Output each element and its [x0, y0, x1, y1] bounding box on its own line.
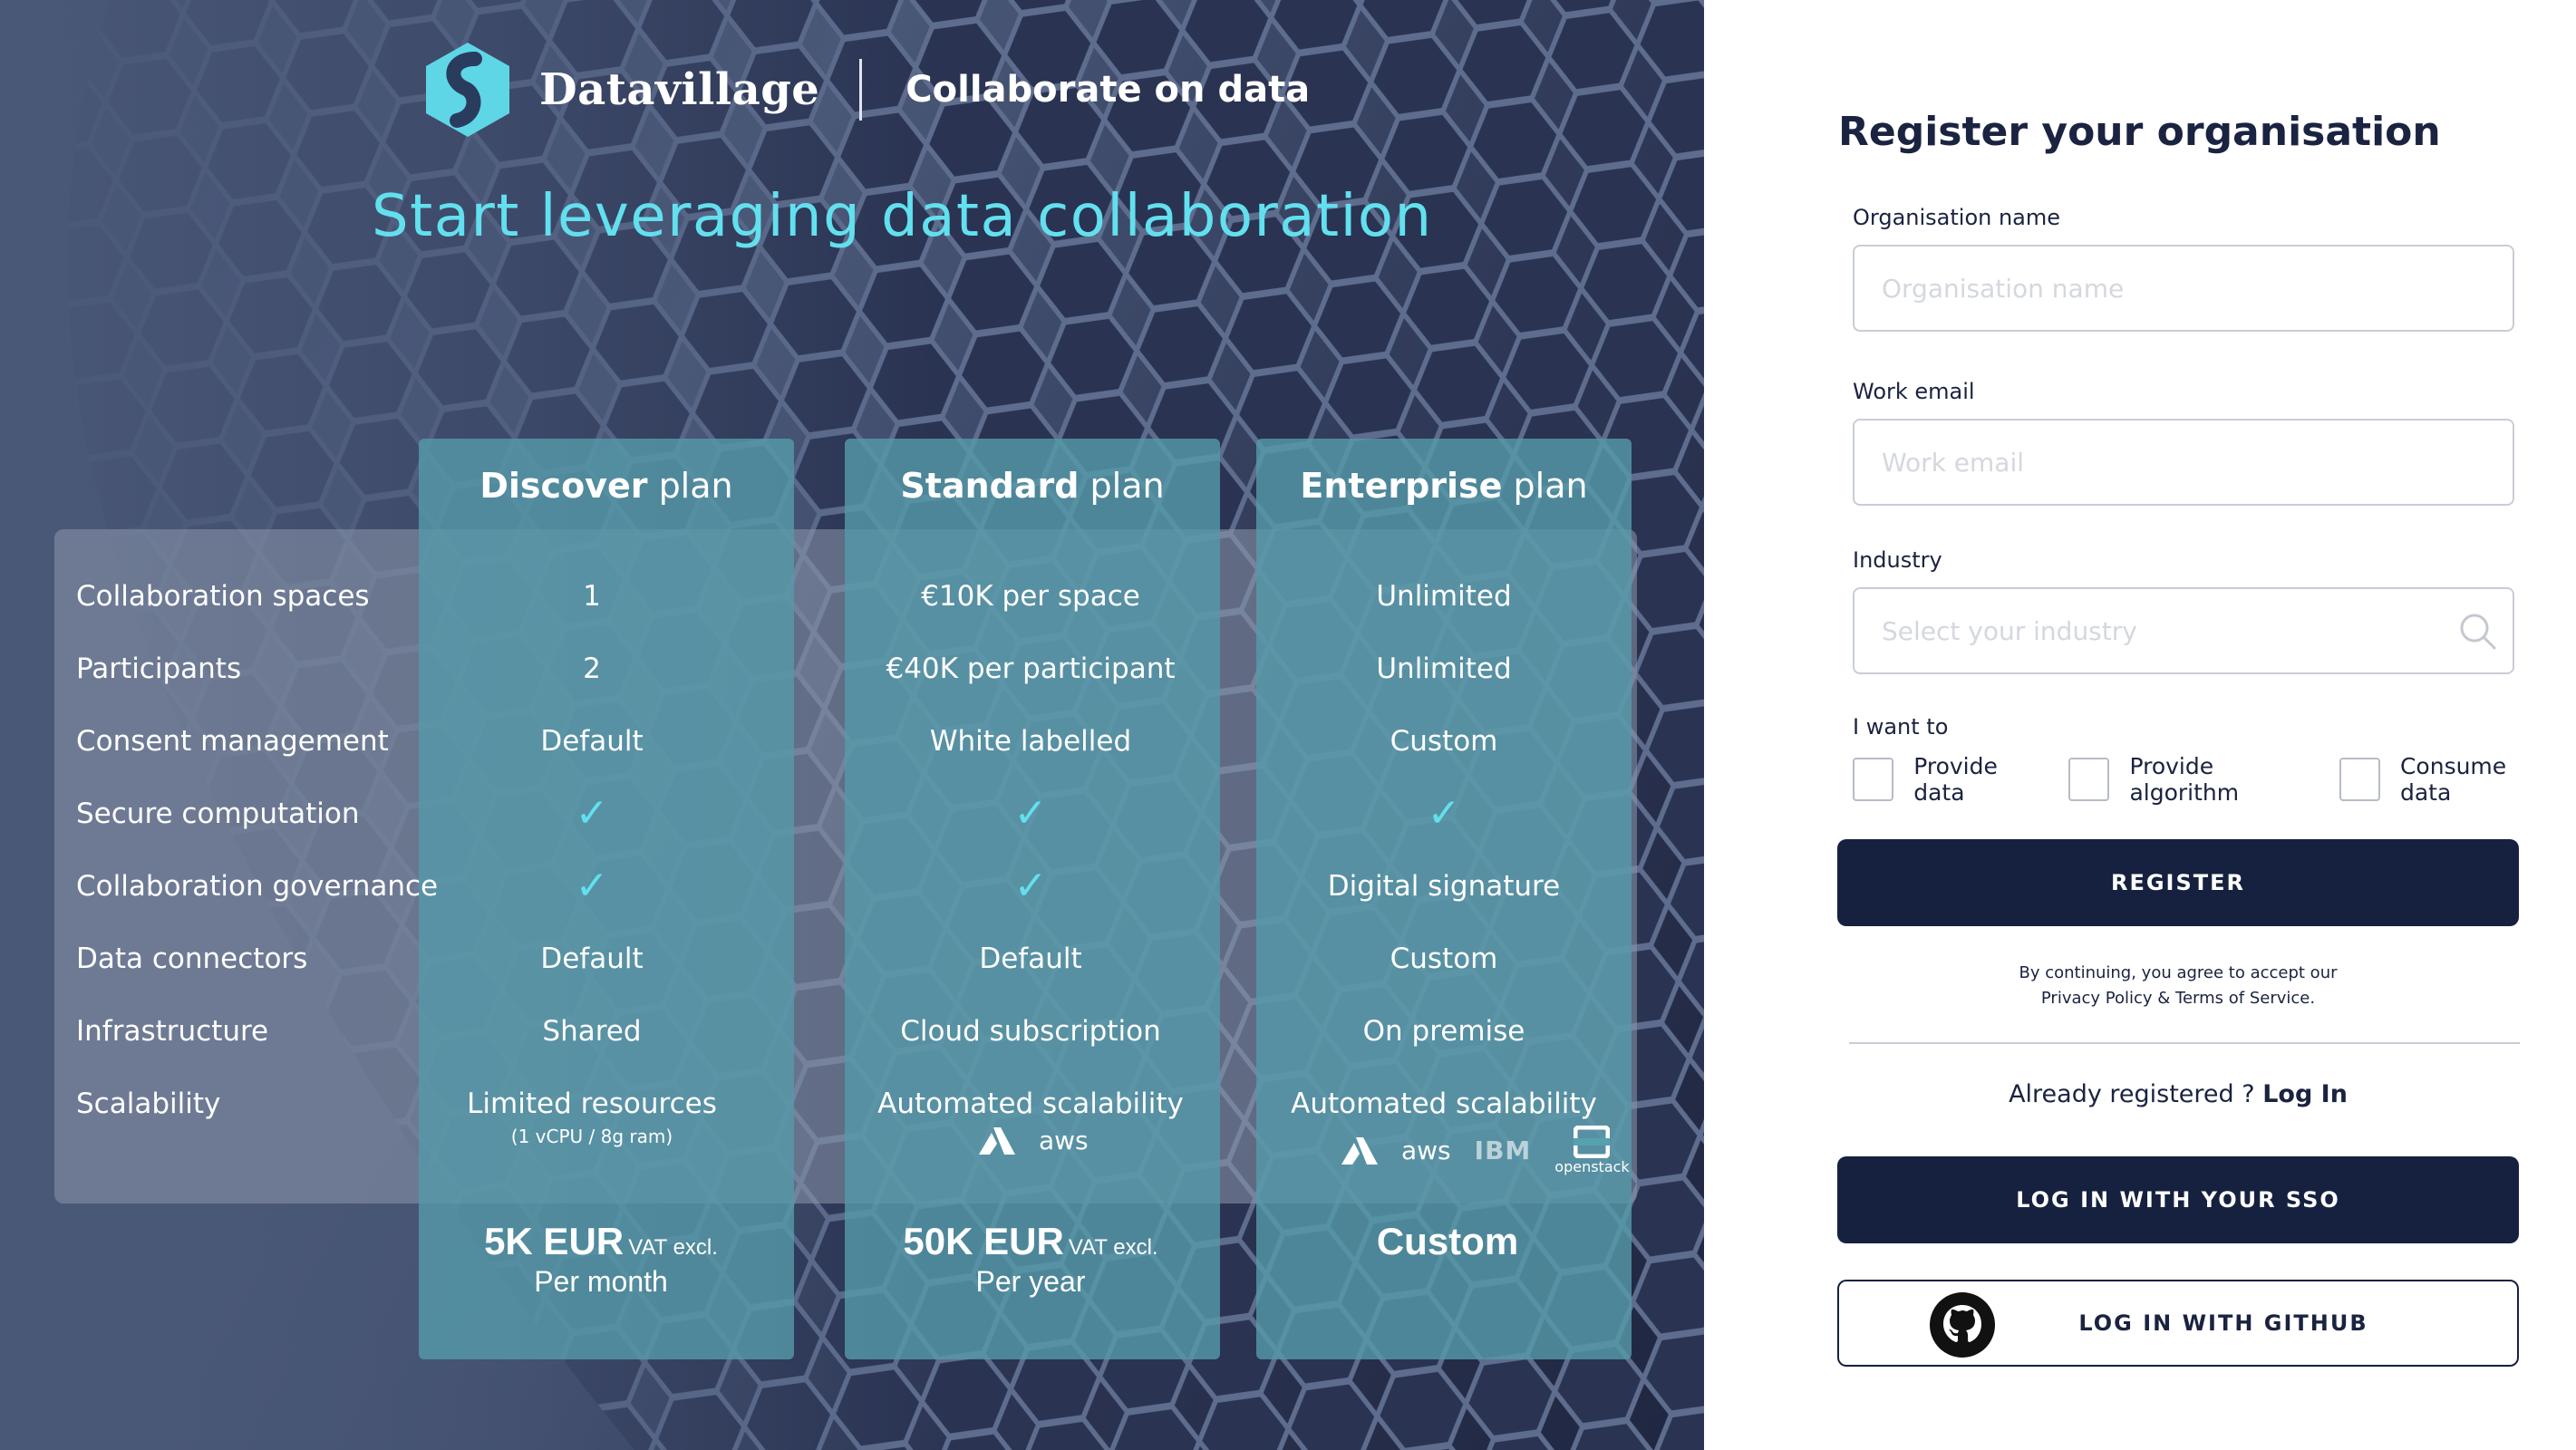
industry-select[interactable] — [1853, 587, 2514, 674]
industry-label: Industry — [1853, 547, 1942, 573]
ibm-logo-icon: IBM — [1474, 1136, 1532, 1165]
org-name-label: Organisation name — [1853, 205, 2061, 230]
check-icon: ✓ — [575, 863, 609, 909]
plan-header-enterprise: Enterprise plan — [1300, 466, 1588, 506]
provide-algorithm-checkbox[interactable] — [2068, 758, 2110, 801]
terms-link[interactable]: Privacy Policy & Terms of Service. — [1837, 986, 2519, 1011]
plan-header-discover: Discover plan — [479, 466, 733, 506]
standard-value: €10K per space — [921, 580, 1140, 613]
check-icon: ✓ — [1427, 790, 1461, 836]
github-login-button[interactable]: LOG IN WITH GITHUB — [1837, 1280, 2519, 1367]
form-title: Register your organisation — [1838, 109, 2441, 155]
terms-notice: By continuing, you agree to accept our P… — [1837, 961, 2519, 1011]
provide-algorithm-label: Provide algorithm — [2129, 753, 2240, 806]
github-login-label: LOG IN WITH GITHUB — [2078, 1310, 2368, 1336]
hero-panel: Datavillage Collaborate on data Start le… — [0, 0, 1704, 1450]
feature-label: Infrastructure — [76, 1015, 269, 1048]
enterprise-cloud-logos: aws IBM openstack — [1341, 1126, 1630, 1175]
standard-cloud-logos: aws — [979, 1126, 1089, 1155]
divider — [1849, 1042, 2520, 1044]
plan-header-standard: Standard plan — [900, 466, 1165, 506]
openstack-logo-icon: openstack — [1554, 1126, 1630, 1175]
consume-data-checkbox[interactable] — [2339, 758, 2380, 801]
enterprise-value: Unlimited — [1376, 652, 1512, 685]
discover-value: Shared — [542, 1015, 642, 1048]
search-icon[interactable] — [2458, 612, 2498, 652]
standard-value: Default — [979, 942, 1082, 975]
already-registered: Already registered ? Log In — [2009, 1080, 2348, 1108]
feature-label: Participants — [76, 652, 242, 685]
registration-panel: Register your organisation Organisation … — [1704, 0, 2576, 1450]
discover-value: 2 — [583, 652, 601, 685]
brand-name: Datavillage — [539, 64, 820, 115]
feature-label: Collaboration spaces — [76, 580, 370, 613]
standard-value: White labelled — [929, 725, 1132, 758]
standard-period: Per year — [975, 1265, 1086, 1298]
want-label: I want to — [1853, 714, 1949, 740]
provide-data-label: Provide data — [1913, 753, 1998, 806]
check-icon: ✓ — [575, 790, 609, 836]
check-icon: ✓ — [1013, 790, 1048, 836]
standard-price: 50K EUR VAT excl. — [903, 1220, 1158, 1262]
sso-login-button[interactable]: LOG IN WITH YOUR SSO — [1837, 1156, 2519, 1243]
enterprise-value: Custom — [1390, 725, 1498, 758]
enterprise-value: On premise — [1362, 1015, 1525, 1048]
azure-logo-icon — [1341, 1136, 1378, 1165]
datavillage-logo-icon — [426, 43, 509, 137]
brand-tagline: Collaborate on data — [905, 69, 1311, 111]
standard-value: Automated scalability — [877, 1088, 1184, 1120]
azure-logo-icon — [979, 1126, 1015, 1155]
enterprise-value: Automated scalability — [1291, 1088, 1597, 1120]
standard-value: €40K per participant — [886, 652, 1176, 685]
discover-value: 1 — [583, 580, 601, 613]
feature-label: Collaboration governance — [76, 870, 439, 903]
work-email-input[interactable] — [1853, 419, 2514, 506]
aws-logo-icon: aws — [1039, 1126, 1089, 1155]
enterprise-value: Custom — [1390, 942, 1498, 975]
consume-data-label: Consume data — [2399, 753, 2507, 806]
discover-period: Per month — [534, 1265, 668, 1298]
brand-divider — [859, 59, 863, 121]
intent-options: Provide data Provide algorithm Consume d… — [1853, 753, 2576, 806]
register-button[interactable]: REGISTER — [1837, 839, 2519, 926]
discover-price: 5K EUR VAT excl. — [484, 1220, 718, 1262]
feature-label: Scalability — [76, 1088, 221, 1120]
provide-data-checkbox[interactable] — [1853, 758, 1894, 801]
discover-value: Default — [540, 725, 644, 758]
discover-value: Limited resources — [467, 1088, 717, 1120]
org-name-input[interactable] — [1853, 245, 2514, 332]
enterprise-value: Unlimited — [1376, 580, 1512, 613]
discover-scalability-note: (1 vCPU / 8g ram) — [510, 1126, 673, 1147]
enterprise-value: Digital signature — [1327, 870, 1561, 903]
check-icon: ✓ — [1013, 863, 1048, 909]
feature-label: Secure computation — [76, 798, 360, 830]
login-link[interactable]: Log In — [2262, 1080, 2348, 1108]
feature-label: Data connectors — [76, 942, 308, 975]
hero-headline: Start leveraging data collaboration — [372, 183, 1433, 250]
work-email-label: Work email — [1853, 379, 1975, 404]
brand-header: Datavillage Collaborate on data — [421, 40, 1310, 140]
feature-label: Consent management — [76, 725, 389, 758]
aws-logo-icon: aws — [1401, 1136, 1451, 1165]
discover-value: Default — [540, 942, 644, 975]
enterprise-price: Custom — [1376, 1220, 1519, 1262]
standard-value: Cloud subscription — [900, 1015, 1161, 1048]
